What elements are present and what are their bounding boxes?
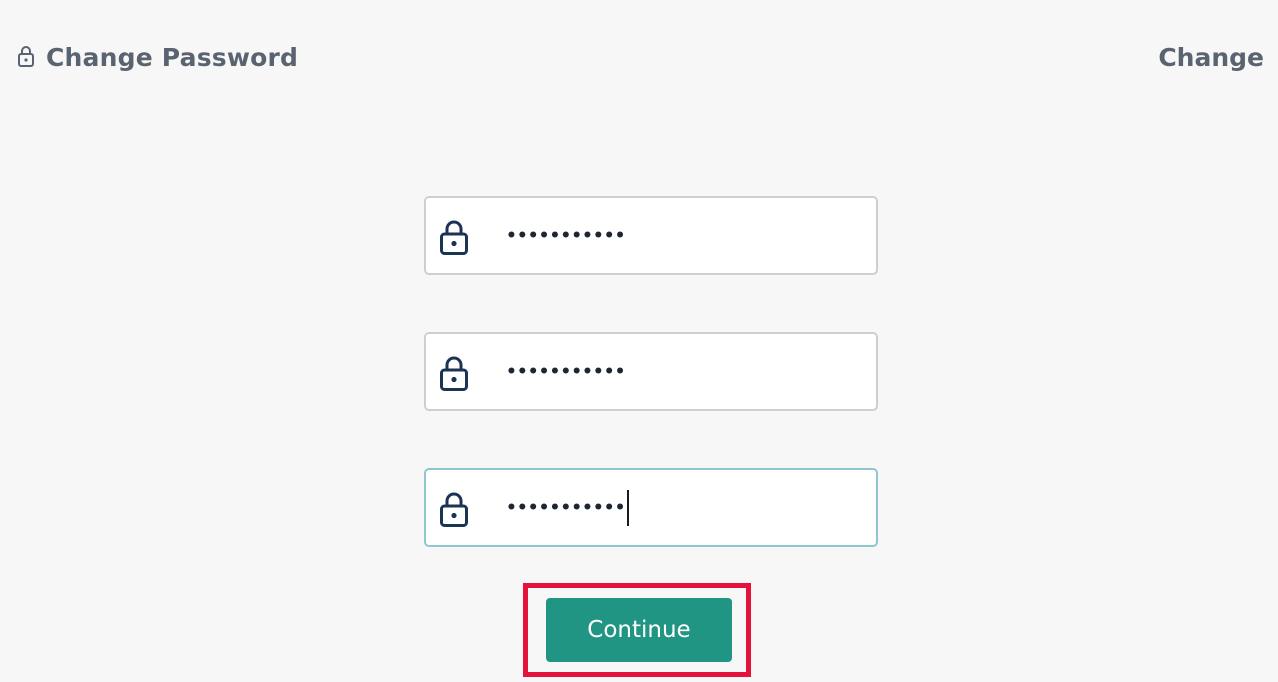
text-caret — [626, 489, 629, 526]
lock-icon — [439, 220, 469, 256]
lock-icon — [439, 492, 469, 528]
new-password-field[interactable]: ••••••••••• — [424, 332, 878, 411]
lock-icon — [16, 45, 36, 69]
change-link[interactable]: Change — [1158, 40, 1264, 74]
page-title: Change Password — [16, 40, 298, 74]
confirm-password-field[interactable]: ••••••••••• — [424, 468, 878, 547]
password-value: ••••••••••• — [506, 361, 626, 382]
change-password-page: Change Password Change ••••••••••• •••••… — [0, 0, 1278, 682]
lock-icon — [439, 356, 469, 392]
password-value: ••••••••••• — [506, 225, 626, 246]
page-title-text: Change Password — [46, 42, 299, 72]
current-password-field[interactable]: ••••••••••• — [424, 196, 878, 275]
password-value: ••••••••••• — [506, 497, 626, 518]
password-value-with-caret: ••••••••••• — [506, 470, 629, 545]
continue-button[interactable]: Continue — [546, 598, 732, 662]
